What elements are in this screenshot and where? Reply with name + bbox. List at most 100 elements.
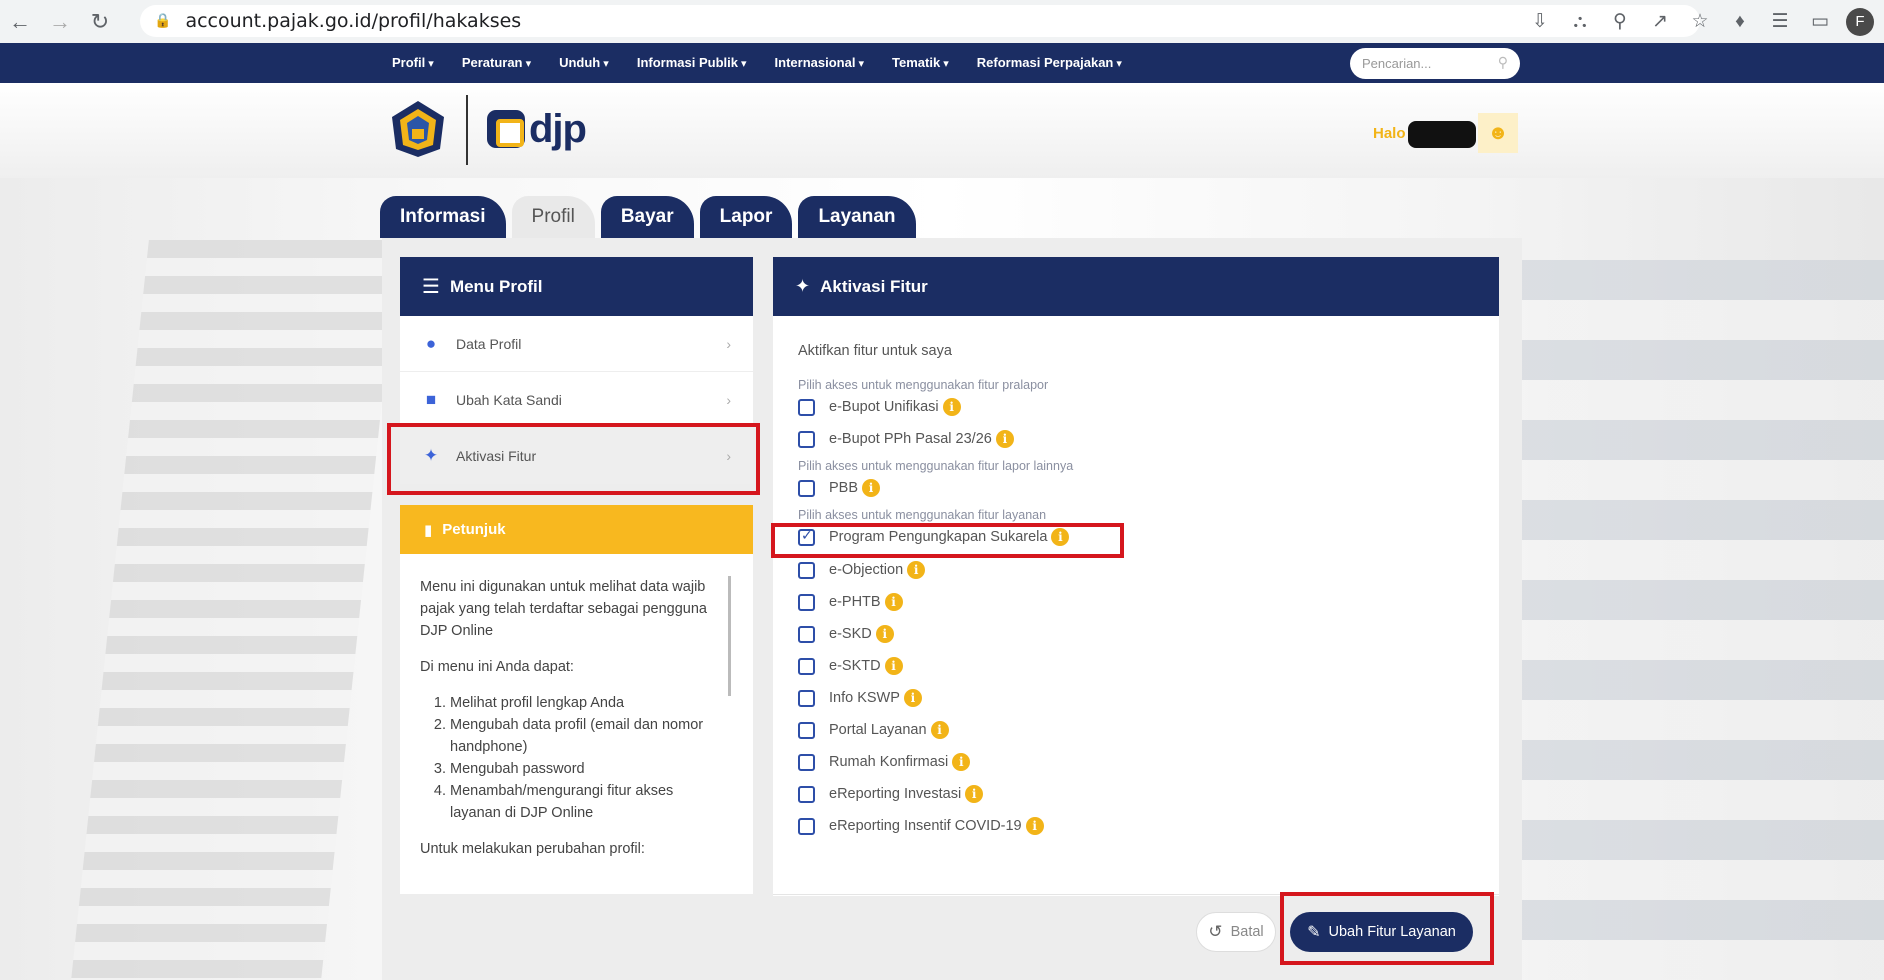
batal-button[interactable]: ↺ Batal (1196, 912, 1276, 952)
checkbox[interactable] (798, 657, 815, 675)
tab-bayar[interactable]: Bayar (600, 196, 694, 238)
highlight-aktivasi-fitur (387, 423, 760, 495)
reload-icon[interactable]: ↻ (80, 0, 120, 43)
checkbox[interactable] (798, 689, 815, 707)
info-icon[interactable]: i (965, 785, 984, 803)
lock-icon: 🔒 (154, 13, 172, 29)
tab-lapor[interactable]: Lapor (699, 196, 793, 238)
checkbox[interactable] (798, 398, 815, 416)
checkbox[interactable] (798, 561, 815, 579)
checkbox[interactable] (798, 817, 815, 835)
info-icon[interactable]: i (930, 721, 949, 739)
profile-avatar[interactable]: F (1846, 7, 1874, 36)
petunjuk-list: Melihat profil lengkap Anda Mengubah dat… (450, 692, 723, 824)
list-item: Mengubah password (450, 758, 723, 780)
chevron-right-icon: › (726, 391, 731, 408)
site-header: djp Halo ☻ (0, 83, 1884, 178)
lock-icon: ■ (425, 389, 437, 409)
info-icon[interactable]: i (862, 479, 881, 497)
share-icon[interactable]: ↗ (1640, 2, 1680, 42)
top-navigation: Profil Peraturan Unduh Informasi Publik … (0, 43, 1884, 83)
pin-icon: ✦ (795, 276, 811, 296)
hamburger-icon: ☰ (422, 276, 440, 298)
djp-logo[interactable]: djp (487, 107, 587, 151)
scrollbar[interactable] (728, 576, 731, 696)
checkbox[interactable] (798, 430, 815, 448)
option-e-skd[interactable]: e-SKD i (798, 623, 894, 645)
greeting-text: Halo (1373, 125, 1406, 142)
list-item: Menambah/mengurangi fitur akses layanan … (450, 780, 723, 824)
url-text: account.pajak.go.id/profil/hakakses (185, 10, 522, 32)
nav-reformasi-perpajakan[interactable]: Reformasi Perpajakan (977, 43, 1122, 83)
option-e-bupot-pph[interactable]: e-Bupot PPh Pasal 23/26 i (798, 428, 1014, 450)
option-portal-layanan[interactable]: Portal Layanan i (798, 719, 949, 741)
section-label-pralapor: Pilih akses untuk menggunakan fitur pral… (798, 378, 1049, 392)
highlight-program-pengungkapan (771, 523, 1124, 558)
install-icon[interactable]: ⇩ (1520, 2, 1560, 42)
info-icon[interactable]: i (903, 689, 922, 707)
info-icon[interactable]: i (942, 398, 961, 416)
info-icon[interactable]: i (884, 593, 903, 611)
undo-icon: ↺ (1208, 922, 1223, 941)
chevron-right-icon: › (726, 335, 731, 352)
aktivasi-intro: Aktifkan fitur untuk saya (798, 343, 952, 359)
checkbox[interactable] (798, 785, 815, 803)
zoom-icon[interactable]: ⚲ (1600, 2, 1640, 42)
section-label-layanan: Pilih akses untuk menggunakan fitur laya… (798, 508, 1047, 522)
nav-profil[interactable]: Profil (392, 43, 434, 83)
section-label-lapor-lainnya: Pilih akses untuk menggunakan fitur lapo… (798, 459, 1074, 473)
bookmark-star-icon[interactable]: ☆ (1680, 2, 1720, 42)
tab-layanan[interactable]: Layanan (798, 196, 916, 238)
nav-peraturan[interactable]: Peraturan (462, 43, 531, 83)
user-icon[interactable]: ☻ (1478, 113, 1518, 153)
book-icon: ▮ (424, 521, 433, 539)
search-input[interactable]: Pencarian... ⚲ (1350, 48, 1520, 79)
info-icon[interactable]: i (995, 430, 1014, 448)
back-icon[interactable]: ← (0, 0, 40, 43)
main-tabs: Informasi Profil Bayar Lapor Layanan (380, 196, 922, 238)
option-e-phtb[interactable]: e-PHTB i (798, 591, 903, 613)
menu-item-data-profil[interactable]: ● Data Profil › (400, 316, 753, 372)
petunjuk-body: Menu ini digunakan untuk melihat data wa… (400, 554, 753, 894)
search-icon[interactable]: ⚲ (1498, 54, 1508, 71)
checkbox[interactable] (798, 753, 815, 771)
option-e-sktd[interactable]: e-SKTD i (798, 655, 903, 677)
petunjuk-paragraph: Untuk melakukan perubahan profil: (420, 841, 645, 857)
option-e-objection[interactable]: e-Objection i (798, 559, 926, 581)
option-e-bupot-unifikasi[interactable]: e-Bupot Unifikasi i (798, 396, 961, 418)
checkbox[interactable] (798, 625, 815, 643)
option-ereporting-insentif-covid[interactable]: eReporting Insentif COVID-19 i (798, 815, 1044, 837)
side-panel-icon[interactable]: ▭ (1800, 2, 1840, 42)
list-item: Mengubah data profil (email dan nomor ha… (450, 714, 723, 758)
list-item: Melihat profil lengkap Anda (450, 692, 723, 714)
menu-item-ubah-kata-sandi[interactable]: ■ Ubah Kata Sandi › (400, 372, 753, 428)
forward-icon[interactable]: → (40, 0, 80, 43)
aktivasi-fitur-header: ✦ Aktivasi Fitur (773, 257, 1499, 316)
tab-profil[interactable]: Profil (511, 196, 595, 238)
checkbox[interactable] (798, 721, 815, 739)
info-icon[interactable]: i (884, 657, 903, 675)
info-icon[interactable]: i (907, 561, 926, 579)
info-icon[interactable]: i (1025, 817, 1044, 835)
nav-unduh[interactable]: Unduh (559, 43, 609, 83)
user-icon: ● (425, 333, 437, 353)
info-icon[interactable]: i (952, 753, 971, 771)
translate-icon[interactable]: ⛬ (1560, 2, 1600, 42)
nav-tematik[interactable]: Tematik (892, 43, 949, 83)
checkbox[interactable] (798, 479, 815, 497)
checkbox[interactable] (798, 593, 815, 611)
info-icon[interactable]: i (875, 625, 894, 643)
option-info-kswp[interactable]: Info KSWP i (798, 687, 922, 709)
address-bar[interactable]: 🔒 account.pajak.go.id/profil/hakakses (140, 5, 1700, 37)
option-rumah-konfirmasi[interactable]: Rumah Konfirmasi i (798, 751, 971, 773)
reading-list-icon[interactable]: ☰ (1760, 2, 1800, 42)
browser-toolbar: ← → ↻ 🔒 account.pajak.go.id/profil/hakak… (0, 0, 1884, 43)
redacted-username (1408, 121, 1476, 148)
nav-internasional[interactable]: Internasional (775, 43, 865, 83)
nav-informasi-publik[interactable]: Informasi Publik (637, 43, 747, 83)
menu-profil-header: ☰ Menu Profil (400, 257, 753, 316)
option-ereporting-investasi[interactable]: eReporting Investasi i (798, 783, 984, 805)
tab-informasi[interactable]: Informasi (380, 196, 506, 238)
extensions-icon[interactable]: ♦ (1720, 2, 1760, 42)
option-pbb[interactable]: PBB i (798, 477, 881, 499)
